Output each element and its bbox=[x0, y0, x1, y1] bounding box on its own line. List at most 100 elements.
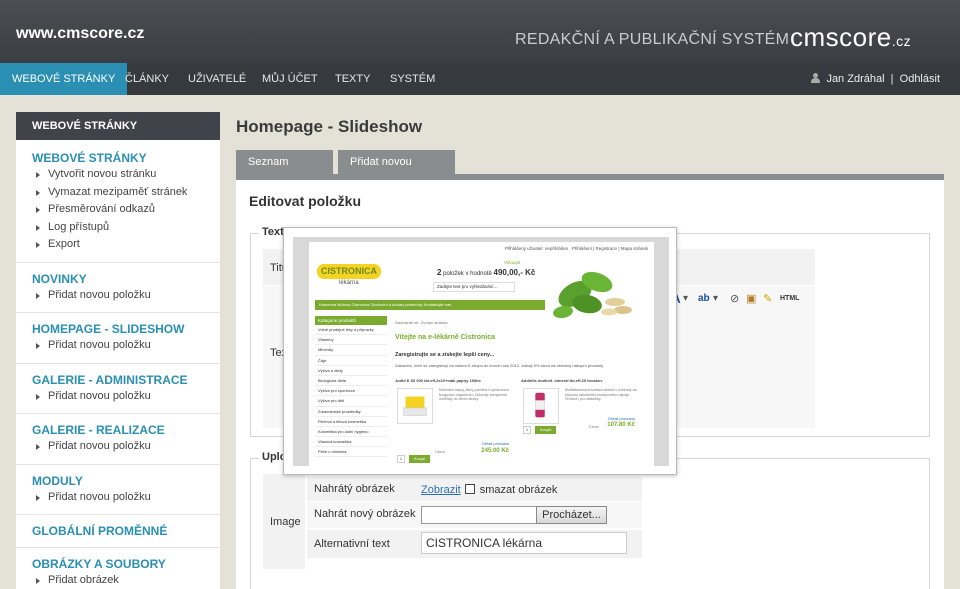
sidebar-item-add[interactable]: Přidat novou položku bbox=[32, 438, 220, 456]
sidebar-head-novinky[interactable]: NOVINKY bbox=[32, 271, 220, 287]
logo-tld: .cz bbox=[891, 33, 912, 49]
sidebar-item-add-image[interactable]: Přidat obrázek bbox=[32, 572, 220, 589]
clean-icon[interactable]: ✎ bbox=[763, 292, 772, 306]
preview-category: Vlasová kosmetika bbox=[315, 437, 387, 448]
sidebar-item-export[interactable]: Export bbox=[32, 236, 220, 254]
product-name: Addisfix multivit. minerál tbl.eff.20 br… bbox=[521, 378, 603, 383]
sidebar-section-homepage-slideshow: HOMEPAGE - SLIDESHOW Přidat novou položk… bbox=[16, 313, 220, 364]
preview-top-links-text: Přihlášení | Registrace | Mapa stránek bbox=[571, 246, 648, 251]
paste-icon[interactable]: ▣ bbox=[746, 292, 756, 306]
logo-main: cmscore bbox=[790, 22, 892, 52]
preview-category: Pleťová a tělová kosmetika bbox=[315, 417, 387, 427]
site-url[interactable]: www.cmscore.cz bbox=[16, 25, 144, 43]
image-preview-popup[interactable]: Přihlášený uživatel: nepřihlášen Přihláš… bbox=[283, 227, 677, 475]
preview-cart-text: položek v hodnotě bbox=[443, 271, 492, 277]
nav-muj-ucet[interactable]: MŮJ ÚČET bbox=[250, 63, 330, 95]
nav-uzivatele[interactable]: UŽIVATELÉ bbox=[176, 63, 258, 95]
preview-category: Volně prodejné léky a přípravky bbox=[315, 325, 387, 336]
sidebar-item-vymazat-mezipamet[interactable]: Vymazat mezipaměť stránek bbox=[32, 184, 220, 202]
nav-clanky[interactable]: ČLÁNKY bbox=[113, 63, 181, 95]
html-source-icon[interactable]: HTML bbox=[780, 292, 799, 306]
product-image bbox=[523, 388, 559, 424]
sidebar-head-galerie-administrace[interactable]: GALERIE - ADMINISTRACE bbox=[32, 372, 220, 388]
preview-category: Výživa pro sportovce bbox=[315, 386, 387, 397]
sidebar-item-presmerovani[interactable]: Přesměrování odkazů bbox=[32, 201, 220, 219]
product-desc: Multivitamínová šumivá tableta s minerál… bbox=[565, 388, 637, 402]
preview-category: Zdravotnické prostředky bbox=[315, 407, 387, 417]
header: www.cmscore.cz REDAKČNÍ A PUBLIKAČNÍ SYS… bbox=[0, 0, 960, 64]
highlight-color-icon[interactable]: ab bbox=[698, 292, 710, 306]
sidebar-item-add[interactable]: Přidat novou položku bbox=[32, 337, 220, 355]
sidebar-head-homepage-slideshow[interactable]: HOMEPAGE - SLIDESHOW bbox=[32, 321, 220, 337]
preview-top-links: Přihlášený uživatel: nepřihlášen Přihláš… bbox=[309, 246, 654, 251]
content-head-bar bbox=[236, 174, 944, 180]
browse-button[interactable]: Procházet... bbox=[536, 506, 607, 524]
sidebar-item-add[interactable]: Přidat novou položku bbox=[32, 489, 220, 507]
preview-image: Přihlášený uživatel: nepřihlášen Přihláš… bbox=[293, 237, 669, 466]
preview-categories: Kategorie produktů Volně prodejné léky a… bbox=[315, 316, 387, 458]
sidebar-section-galerie-administrace: GALERIE - ADMINISTRACE Přidat novou polo… bbox=[16, 364, 220, 414]
preview-category: Výživa pro děti bbox=[315, 396, 387, 407]
cmscore-logo[interactable]: cmscore.cz bbox=[790, 22, 911, 53]
sidebar-head-webove-stranky[interactable]: WEBOVÉ STRÁNKY bbox=[32, 150, 220, 166]
product-detail-link: Detail produktu bbox=[608, 416, 635, 421]
preview-headline: Zaregistrujte se a získejte lepší ceny..… bbox=[395, 352, 495, 358]
sidebar-item-add[interactable]: Přidat novou položku bbox=[32, 287, 220, 305]
product-box-icon bbox=[403, 396, 427, 416]
nav-webove-stranky[interactable]: WEBOVÉ STRÁNKY bbox=[0, 63, 128, 95]
nav-texty[interactable]: TEXTY bbox=[323, 63, 382, 95]
cistronica-logo: CISTRONICA bbox=[317, 264, 381, 279]
dropdown-arrow-icon[interactable]: ▾ bbox=[683, 292, 688, 306]
image-label: Image bbox=[270, 516, 301, 528]
product-price: 107.80 Kč bbox=[607, 422, 635, 428]
tagline: REDAKČNÍ A PUBLIKAČNÍ SYSTÉM bbox=[515, 31, 790, 48]
preview-category: Vitamíny bbox=[315, 335, 387, 346]
sidebar-head-galerie-realizace[interactable]: GALERIE - REALIZACE bbox=[32, 422, 220, 438]
sidebar-section-obrazky: OBRÁZKY A SOUBORY Přidat obrázek bbox=[16, 548, 220, 589]
remove-format-icon[interactable]: ⊘ bbox=[730, 292, 739, 306]
preview-breadcrumb: Nacházíte se: Úvodní stránka bbox=[395, 320, 448, 325]
preview-category: Biologická dieta bbox=[315, 376, 387, 387]
nav-system[interactable]: SYSTÉM bbox=[378, 63, 447, 95]
sidebar-item-add[interactable]: Přidat novou položku bbox=[32, 388, 220, 406]
sidebar-title: WEBOVÉ STRÁNKY bbox=[16, 112, 220, 140]
dropdown-arrow-icon[interactable]: ▾ bbox=[713, 292, 718, 306]
show-image-link[interactable]: Zobrazit bbox=[421, 484, 461, 496]
upload-new-label: Nahrát nový obrázek bbox=[314, 508, 416, 520]
sidebar-item-log[interactable]: Log přístupů bbox=[32, 219, 220, 237]
alt-text-input[interactable]: CISTRONICA lékárna bbox=[421, 532, 627, 554]
sidebar-head-globalni-promenne[interactable]: GLOBÁLNÍ PROMĚNNÉ bbox=[32, 523, 220, 539]
tab-pridat-polozku[interactable]: Přidat novou položku bbox=[338, 150, 455, 192]
preview-menu: Kamenná lékárna Cistronica Obchodní a do… bbox=[315, 300, 545, 310]
file-path-input[interactable] bbox=[421, 506, 537, 524]
product-price: 245.00 Kč bbox=[481, 448, 509, 454]
preview-cart-view: Vstoupit bbox=[504, 260, 521, 265]
tab-seznam-polozek[interactable]: Seznam položek bbox=[236, 150, 333, 192]
product-detail-link: Detail produktu bbox=[482, 441, 509, 446]
preview-cart-price: 490,00,- Kč bbox=[493, 268, 536, 277]
product-desc: Minerální nápoj, který pomáhá k správném… bbox=[439, 388, 509, 402]
preview-category: Kosmetika pro ústní hygienu bbox=[315, 427, 387, 438]
product-tube-icon bbox=[535, 392, 545, 418]
sidebar-section-globalni-promenne: GLOBÁLNÍ PROMĚNNÉ bbox=[16, 515, 220, 548]
sidebar-section-novinky: NOVINKY Přidat novou položku bbox=[16, 263, 220, 313]
sidebar-item-vytvorit-stranku[interactable]: Vytvořit novou stránku bbox=[32, 166, 220, 184]
alt-text-label: Alternativní text bbox=[314, 538, 390, 550]
sidebar-head-obrazky[interactable]: OBRÁZKY A SOUBORY bbox=[32, 556, 220, 572]
preview-category: Čaje bbox=[315, 356, 387, 366]
delete-image-checkbox[interactable] bbox=[464, 484, 475, 494]
product-price-label: Cena bbox=[435, 449, 445, 454]
edit-title: Editovat položku bbox=[249, 193, 361, 209]
user-icon bbox=[811, 73, 821, 83]
user-name[interactable]: Jan Zdráhal bbox=[826, 73, 884, 85]
uploaded-image-label: Nahrátý obrázek bbox=[314, 483, 395, 495]
nav-separator: | bbox=[890, 73, 894, 85]
product-image bbox=[397, 388, 433, 424]
preview-welcome: Vítejte na e-lékárně Cistronica bbox=[395, 334, 495, 341]
sidebar-head-moduly[interactable]: MODULY bbox=[32, 473, 220, 489]
sidebar-section-galerie-realizace: GALERIE - REALIZACE Přidat novou položku bbox=[16, 414, 220, 465]
logout-link[interactable]: Odhlásit bbox=[900, 73, 940, 85]
preview-page: Přihlášený uživatel: nepřihlášen Přihláš… bbox=[309, 242, 654, 466]
product-name: Jodid K 60 000 tbl.eff.2x10+mák papíry 1… bbox=[395, 378, 481, 383]
preview-search: Zadejte text pro vyhledávání... bbox=[433, 282, 515, 292]
